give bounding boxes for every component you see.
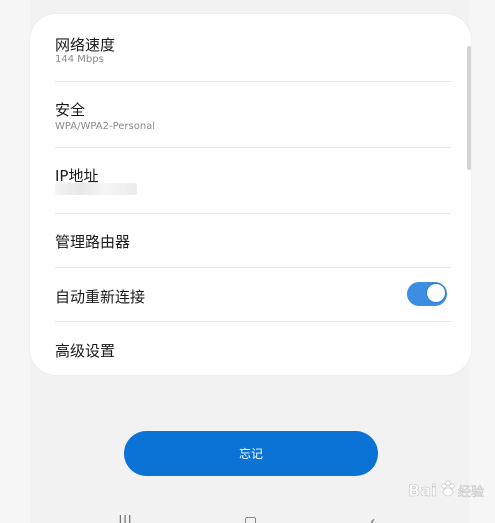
ip-address-value-redacted (55, 183, 137, 195)
svg-text:Bai: Bai (408, 481, 436, 500)
toggle-knob (426, 283, 446, 303)
security-label: 安全 (55, 101, 86, 119)
recent-apps-icon[interactable]: ||| (118, 514, 132, 523)
home-icon[interactable]: ▢ (244, 514, 257, 523)
security-value: WPA/WPA2-Personal (55, 121, 156, 132)
left-margin (0, 0, 30, 523)
settings-row-advanced[interactable]: 高级设置 (55, 321, 451, 375)
settings-row-auto-reconnect[interactable]: 自动重新连接 (55, 267, 451, 322)
auto-reconnect-label: 自动重新连接 (55, 288, 146, 306)
svg-text:经验: 经验 (458, 484, 484, 500)
network-details-card: 网络速度 144 Mbps 安全 WPA/WPA2-Personal IP地址 … (30, 14, 471, 375)
advanced-settings-label: 高级设置 (55, 342, 116, 360)
forget-button-label: 忘记 (238, 447, 263, 461)
scrollbar[interactable] (467, 46, 471, 170)
auto-reconnect-toggle[interactable] (407, 282, 447, 306)
network-speed-label: 网络速度 (55, 36, 116, 54)
settings-row-manage-router[interactable]: 管理路由器 (55, 213, 451, 268)
wifi-details-screen: 网络速度 144 Mbps 安全 WPA/WPA2-Personal IP地址 … (0, 0, 495, 523)
back-icon[interactable]: ‹ (370, 514, 376, 523)
forget-network-button[interactable]: 忘记 (124, 431, 378, 476)
baidu-watermark-logo: Bai 经验 (408, 474, 488, 504)
right-margin (469, 0, 495, 523)
manage-router-label: 管理路由器 (55, 233, 131, 251)
settings-row-ip-address: IP地址 (55, 147, 451, 214)
network-speed-value: 144 Mbps (55, 54, 104, 65)
settings-row-security: 安全 WPA/WPA2-Personal (55, 81, 451, 148)
settings-row-network-speed: 网络速度 144 Mbps (55, 14, 451, 82)
